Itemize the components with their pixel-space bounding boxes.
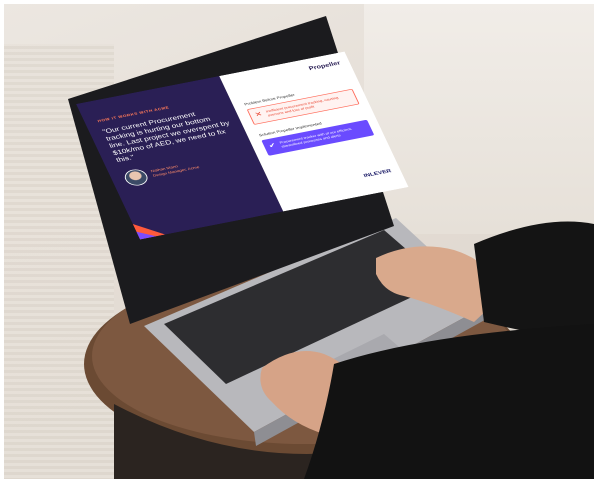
photo: HOW IT WORKS WITH ACME "Our current Proc… <box>4 4 594 479</box>
close-icon: ✕ <box>253 110 264 118</box>
check-icon: ✔ <box>267 141 278 150</box>
author-info: Nathan Mann Design Manager, Acme <box>150 161 201 179</box>
avatar <box>121 167 151 188</box>
inlever-logo: INLEVER <box>362 168 393 179</box>
